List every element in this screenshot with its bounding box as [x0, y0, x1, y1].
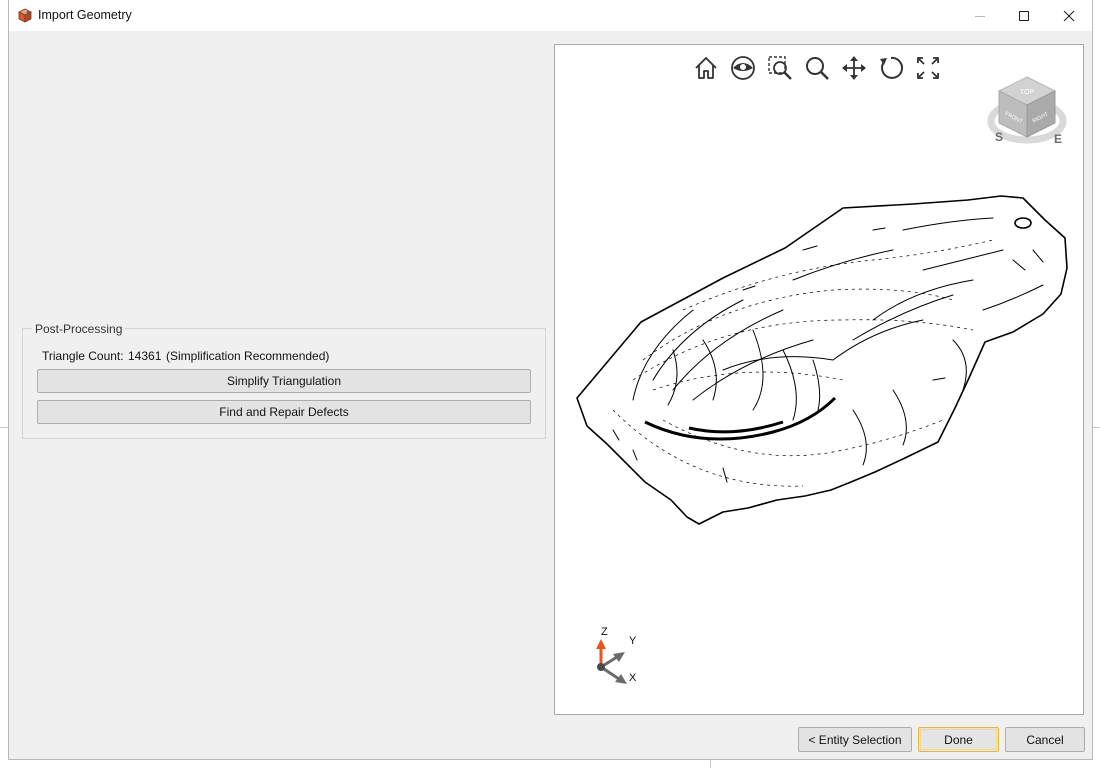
viewcube-top-label: TOP	[1020, 89, 1035, 96]
triangle-count-value: 14361	[128, 349, 162, 363]
pan-icon[interactable]	[840, 54, 868, 82]
title-bar: Import Geometry	[9, 0, 1092, 31]
post-processing-label: Post-Processing	[32, 322, 126, 336]
maximize-icon	[1018, 10, 1030, 22]
compass-east-label: E	[1054, 132, 1062, 146]
terrain-model[interactable]	[573, 190, 1073, 530]
done-button[interactable]: Done	[918, 727, 999, 752]
axis-z-label: Z	[601, 626, 608, 638]
zoom-icon[interactable]	[803, 54, 831, 82]
background-divider-bottom	[710, 760, 711, 768]
home-icon[interactable]	[692, 54, 720, 82]
cancel-button[interactable]: Cancel	[1005, 727, 1085, 752]
minimize-button[interactable]	[957, 0, 1003, 31]
box-app-icon	[17, 7, 33, 23]
simplification-recommendation: (Simplification Recommended)	[166, 349, 330, 363]
maximize-button[interactable]	[1001, 0, 1047, 31]
background-divider-left	[0, 427, 8, 428]
minimize-icon	[974, 10, 986, 22]
entity-selection-button[interactable]: < Entity Selection	[798, 727, 912, 752]
axis-triad: Z Y X	[593, 626, 645, 687]
axis-y-label: Y	[629, 635, 637, 647]
compass-south-label: S	[995, 130, 1003, 144]
background-divider-right	[1093, 427, 1100, 428]
window-title: Import Geometry	[38, 8, 132, 22]
close-button[interactable]	[1046, 0, 1092, 31]
simplify-triangulation-button[interactable]: Simplify Triangulation	[37, 369, 531, 393]
find-repair-defects-button[interactable]: Find and Repair Defects	[37, 400, 531, 424]
close-icon	[1063, 10, 1075, 22]
axis-x-label: X	[629, 672, 637, 684]
zoom-window-icon[interactable]	[766, 54, 794, 82]
view-cube[interactable]: TOP FRONT RIGHT S E	[983, 71, 1069, 151]
fit-all-icon[interactable]	[914, 54, 942, 82]
triangle-count-label: Triangle Count:	[42, 349, 124, 363]
look-at-icon[interactable]	[729, 54, 757, 82]
import-geometry-dialog: Import Geometry Post-Processing Triangle…	[8, 0, 1093, 760]
orbit-icon[interactable]	[877, 54, 905, 82]
model-viewport[interactable]: TOP FRONT RIGHT S E Z Y X	[554, 44, 1084, 715]
